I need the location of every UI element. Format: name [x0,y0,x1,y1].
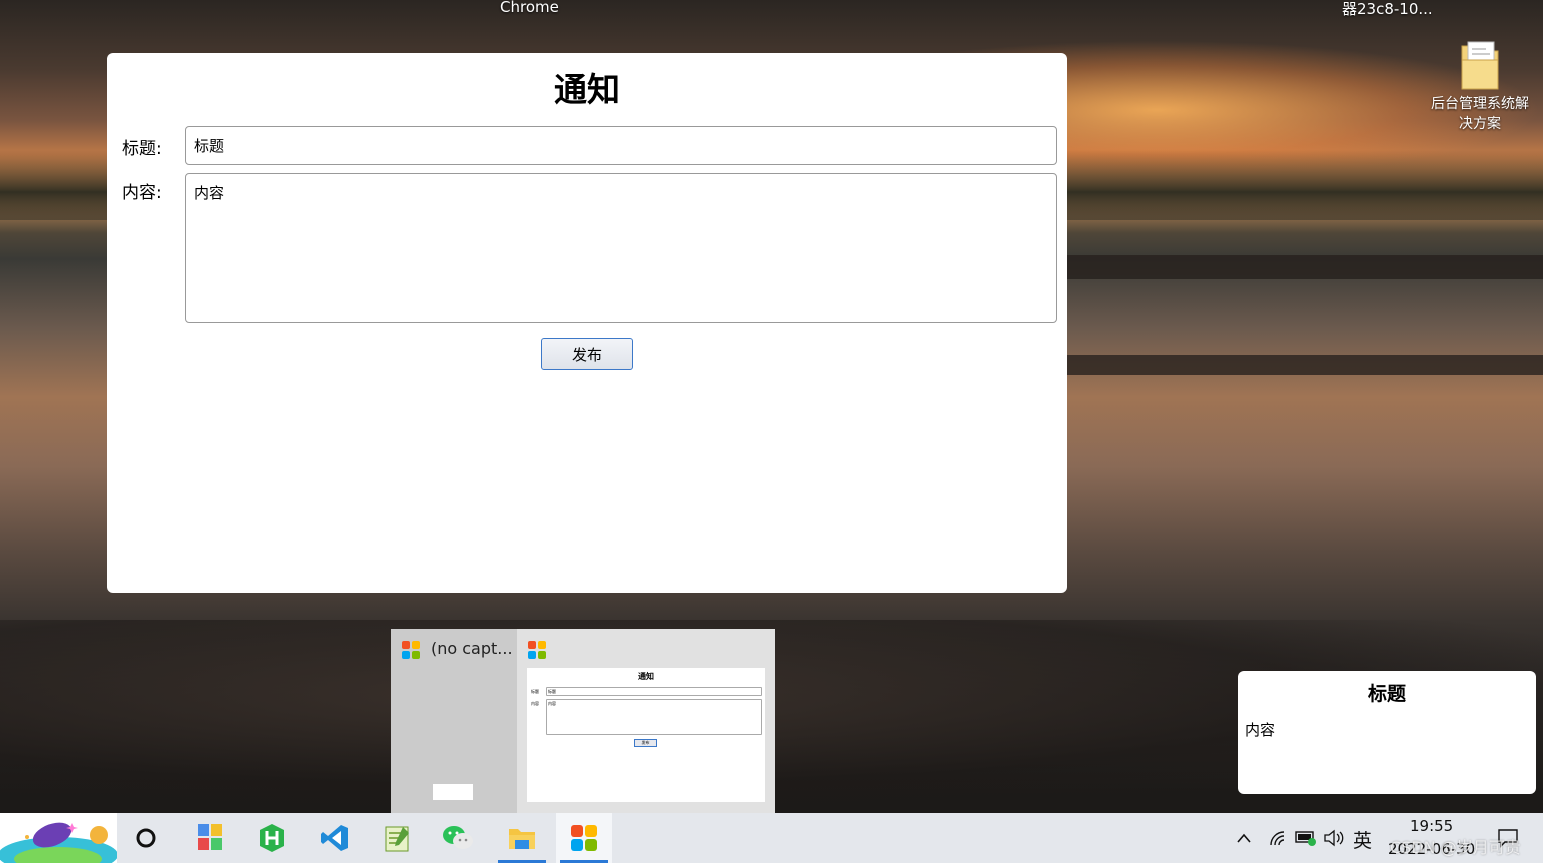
notification-body: 内容 [1245,721,1276,739]
hbuilder-icon [260,824,284,852]
cortana-button[interactable] [122,813,170,863]
battery-button[interactable] [1292,813,1320,863]
taskbar: 英 19:55 2022-06-30 [0,813,1543,863]
speaker-icon [1324,829,1344,847]
taskbar-notepad[interactable] [373,813,421,863]
wechat-icon [443,826,473,849]
thumb-title: 通知 [638,672,654,681]
taskbar-vscode[interactable] [311,813,359,863]
taskbar-running-app[interactable] [556,813,612,863]
chevron-up-icon [1237,833,1251,843]
network-button[interactable] [1264,813,1292,863]
app-icon [402,641,420,659]
notice-window: 通知 标题: 标题 内容: 内容 发布 [107,53,1067,593]
pier [1060,255,1543,279]
switcher-item-notice[interactable]: 通知 标题 标题 内容 内容 发布 [517,629,775,813]
taskbar-file-explorer[interactable] [496,813,548,863]
content-textarea[interactable]: 内容 [185,173,1057,323]
taskbar-hbuilder[interactable] [248,813,296,863]
switcher-thumbnail: 通知 标题 标题 内容 内容 发布 [527,668,765,802]
wifi-icon [1270,831,1285,846]
switcher-item-no-caption[interactable]: (no capt... [391,629,517,813]
clock-time[interactable]: 19:55 [1410,817,1453,835]
toast-notification[interactable]: 标题 内容 [1238,671,1536,794]
show-hidden-icons[interactable] [1222,813,1266,863]
notepad-icon [385,826,409,852]
background-window-title-right: 器23c8-10... [1342,0,1433,18]
task-switcher: (no capt... 通知 标题 标题 内容 内容 发布 [391,629,775,813]
thumb-content-textarea: 内容 [546,699,762,735]
thumb-title-input: 标题 [546,687,762,696]
page-title: 通知 [554,70,620,109]
taskbar-wechat[interactable] [434,813,482,863]
switcher-item-thumbnail [433,784,473,800]
notification-title: 标题 [1367,683,1406,705]
folder-icon [1461,41,1499,90]
content-label: 内容: [122,183,162,203]
title-input[interactable]: 标题 [185,126,1057,165]
pier-reflection [1060,355,1543,375]
weather-widget[interactable] [0,813,117,863]
switcher-item-title: (no capt... [431,639,513,658]
title-label: 标题: [122,139,162,159]
desktop-folder[interactable]: 后台管理系统解决方案 [1430,40,1530,134]
cortana-icon [136,828,156,848]
app-icon [528,641,546,659]
app-icon [198,824,222,850]
thumb-publish-button: 发布 [634,739,657,747]
desktop-folder-label: 后台管理系统解决方案 [1431,96,1529,132]
battery-icon [1295,831,1316,846]
file-explorer-icon [509,829,535,849]
app-running-icon [571,825,597,851]
publish-button[interactable]: 发布 [541,338,633,370]
taskbar-app-1[interactable] [186,813,234,863]
input-method-indicator[interactable]: 英 [1353,826,1372,853]
vscode-icon [321,825,348,851]
thumb-title-label: 标题 [531,689,539,694]
thumb-content-label: 内容 [531,701,539,706]
background-window-title: Chrome [500,0,559,16]
weather-widget-icon [0,822,117,863]
watermark: CSDN @岁月可贵 [1390,838,1521,857]
volume-button[interactable] [1320,813,1348,863]
